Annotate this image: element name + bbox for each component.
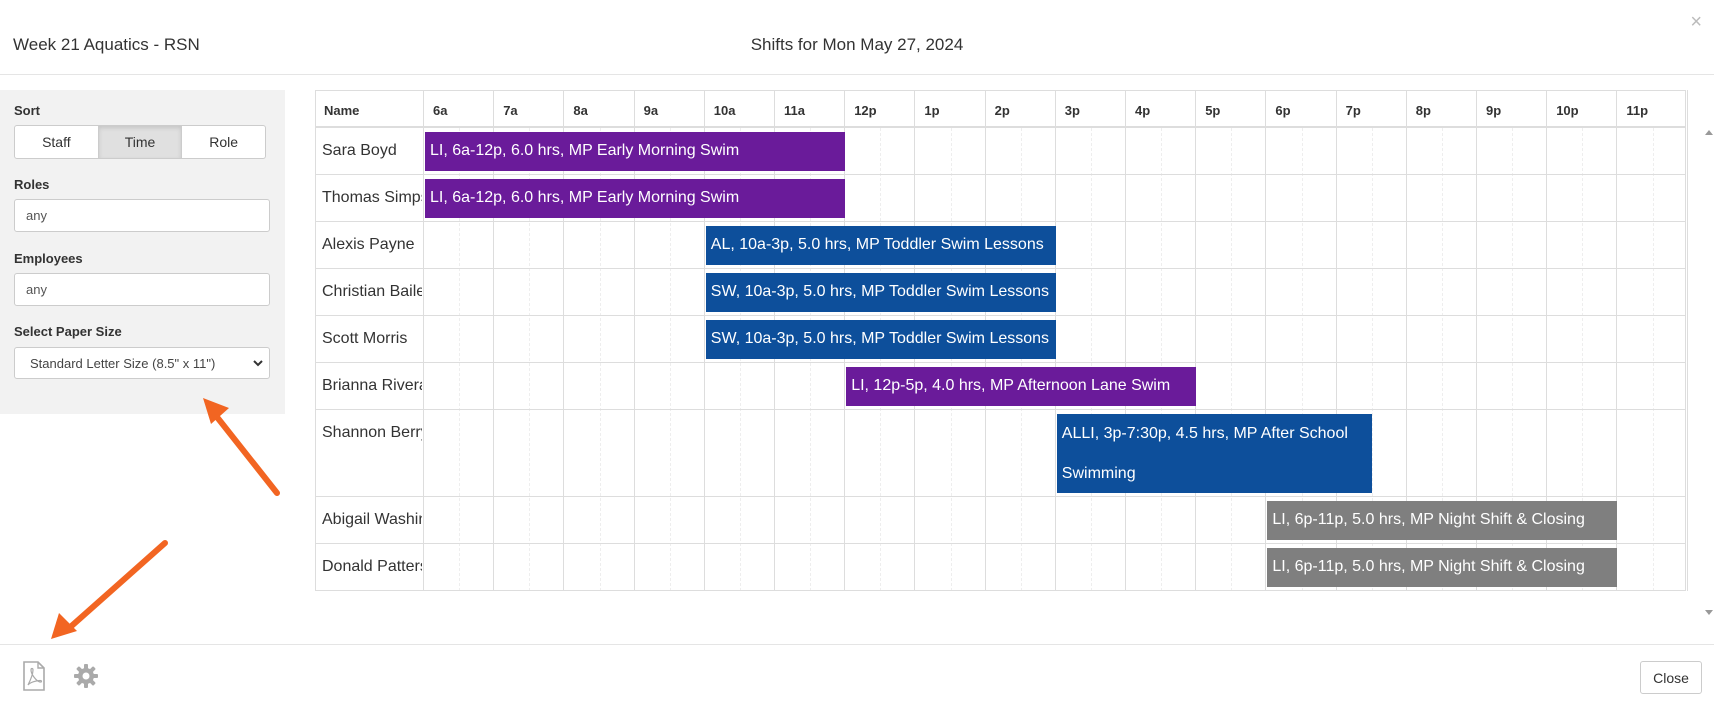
shift-block[interactable]: LI, 12p-5p, 4.0 hrs, MP Afternoon Lane S… <box>846 367 1197 406</box>
roles-input[interactable] <box>14 199 270 232</box>
paper-size-value: Standard Letter Size (8.5" x 11") <box>30 355 216 371</box>
chevron-down-icon <box>253 360 263 367</box>
hour-header: 11p <box>1626 103 1649 118</box>
employees-label: Employees <box>14 251 83 266</box>
schedule-row: Thomas SimpsonLI, 6a-12p, 6.0 hrs, MP Ea… <box>315 175 1686 222</box>
filter-sidebar: Sort Staff Time Role Roles Employees Sel… <box>0 90 285 414</box>
paper-size-label: Select Paper Size <box>14 324 122 339</box>
schedule-grid: Name 6a 7a 8a 9a 10a 11a 12p 1p 2p 3p 4p 5p 6p 7p 8p 9p… <box>315 90 1688 592</box>
hour-header: 6p <box>1275 103 1291 118</box>
sort-staff-button[interactable]: Staff <box>14 125 99 159</box>
name-column-header: Name <box>324 103 360 118</box>
hour-header: 3p <box>1064 103 1080 118</box>
employee-name: Brianna Rivera <box>322 377 422 394</box>
hour-header: 7p <box>1345 103 1361 118</box>
employee-name: Alexis Payne <box>322 236 415 253</box>
shift-block[interactable]: AL, 10a-3p, 5.0 hrs, MP Toddler Swim Les… <box>705 226 1056 265</box>
employee-name: Shannon Berry <box>322 424 422 441</box>
hour-header: 8a <box>573 103 588 118</box>
scroll-down-icon[interactable] <box>1705 610 1713 615</box>
employee-name: Abigail Washington <box>322 511 422 528</box>
employee-name: Christian Bailey <box>322 283 422 300</box>
sort-toggle-group: Staff Time Role <box>14 125 267 159</box>
shift-block[interactable]: SW, 10a-3p, 5.0 hrs, MP Toddler Swim Les… <box>705 273 1056 312</box>
close-icon[interactable]: × <box>1690 12 1702 32</box>
hour-header: 1p <box>924 103 940 118</box>
hour-header: 5p <box>1205 103 1221 118</box>
employee-name: Scott Morris <box>322 330 408 347</box>
sort-role-button[interactable]: Role <box>182 125 267 159</box>
schedule-row: Christian Bailey SW, 10a-3p, 5.0 hrs, MP … <box>315 269 1686 316</box>
modal-footer: Close <box>0 644 1714 715</box>
employee-name: Donald Patterson <box>322 558 422 575</box>
hour-header: 9a <box>643 103 659 118</box>
modal-header: Week 21 Aquatics - RSN Shifts for Mon Ma… <box>0 0 1714 75</box>
hour-header: 2p <box>994 103 1010 118</box>
paper-size-select[interactable]: Standard Letter Size (8.5" x 11") <box>14 347 270 379</box>
vertical-scrollbar[interactable] <box>1704 125 1714 625</box>
hour-header: 11a <box>784 103 805 118</box>
hour-header: 7a <box>503 103 518 118</box>
employee-name: Sara Boyd <box>322 142 397 159</box>
pdf-file-icon[interactable] <box>22 661 46 691</box>
schedule-row: Donald Patterson LI, 6p-11p, 5.0 hrs, MP … <box>315 544 1686 591</box>
annotation-arrow-up <box>203 398 280 496</box>
hour-header: 10p <box>1556 103 1579 118</box>
hour-header: 6a <box>433 103 448 118</box>
shifts-date-title: Shifts for Mon May 27, 2024 <box>750 35 964 54</box>
hour-header: 10a <box>713 103 736 118</box>
schedule-row: Abigail Washington LI, 6p-11p, 5.0 hrs, M… <box>315 497 1686 544</box>
schedule-row: Brianna Rivera LI, 12p-5p, 4.0 hrs, MP Af… <box>315 363 1686 410</box>
hour-header: 12p <box>854 103 877 118</box>
employees-input[interactable] <box>14 273 270 306</box>
roles-label: Roles <box>14 177 50 192</box>
shift-block[interactable]: LI, 6p-11p, 5.0 hrs, MP Night Shift & Cl… <box>1267 501 1618 540</box>
grid-header-row: Name 6a 7a 8a 9a 10a 11a 12p 1p 2p 3p 4p 5p 6p 7p 8p 9p… <box>315 90 1686 128</box>
shift-block[interactable]: LI, 6p-11p, 5.0 hrs, MP Night Shift & Cl… <box>1267 548 1618 587</box>
employee-name: Thomas Simpson <box>322 189 422 206</box>
shift-block[interactable]: LI, 6a-12p, 6.0 hrs, MP Early Morning Sw… <box>425 179 846 218</box>
gear-icon[interactable] <box>73 663 99 689</box>
shift-block[interactable]: ALLI, 3p-7:30p, 4.5 hrs, MP After School… <box>1056 414 1372 493</box>
scroll-up-icon[interactable] <box>1705 130 1713 135</box>
hour-gridline <box>1686 90 1688 591</box>
hour-header: 9p <box>1486 103 1502 118</box>
close-button[interactable]: Close <box>1640 661 1702 694</box>
sort-label: Sort <box>14 103 40 118</box>
schedule-row: Scott Morris SW, 10a-3p, 5.0 hrs, MP Todd… <box>315 316 1686 363</box>
sort-time-button[interactable]: Time <box>98 125 183 159</box>
schedule-row: Alexis Payne AL, 10a-3p, 5.0 hrs, MP Todd… <box>315 222 1686 269</box>
hour-header: 8p <box>1415 103 1431 118</box>
shift-block[interactable]: SW, 10a-3p, 5.0 hrs, MP Toddler Swim Les… <box>705 320 1056 359</box>
shift-block[interactable]: LI, 6a-12p, 6.0 hrs, MP Early Morning Sw… <box>425 132 846 171</box>
schedule-row: Shannon Berry ALLI, 3p-7:30p, 4.5 hrs, MP… <box>315 410 1686 497</box>
schedule-row: Sara Boyd LI, 6a-12p, 6.0 hrs, MP Early M… <box>315 128 1686 175</box>
hour-header: 4p <box>1135 103 1151 118</box>
annotation-arrow-down <box>51 540 168 639</box>
